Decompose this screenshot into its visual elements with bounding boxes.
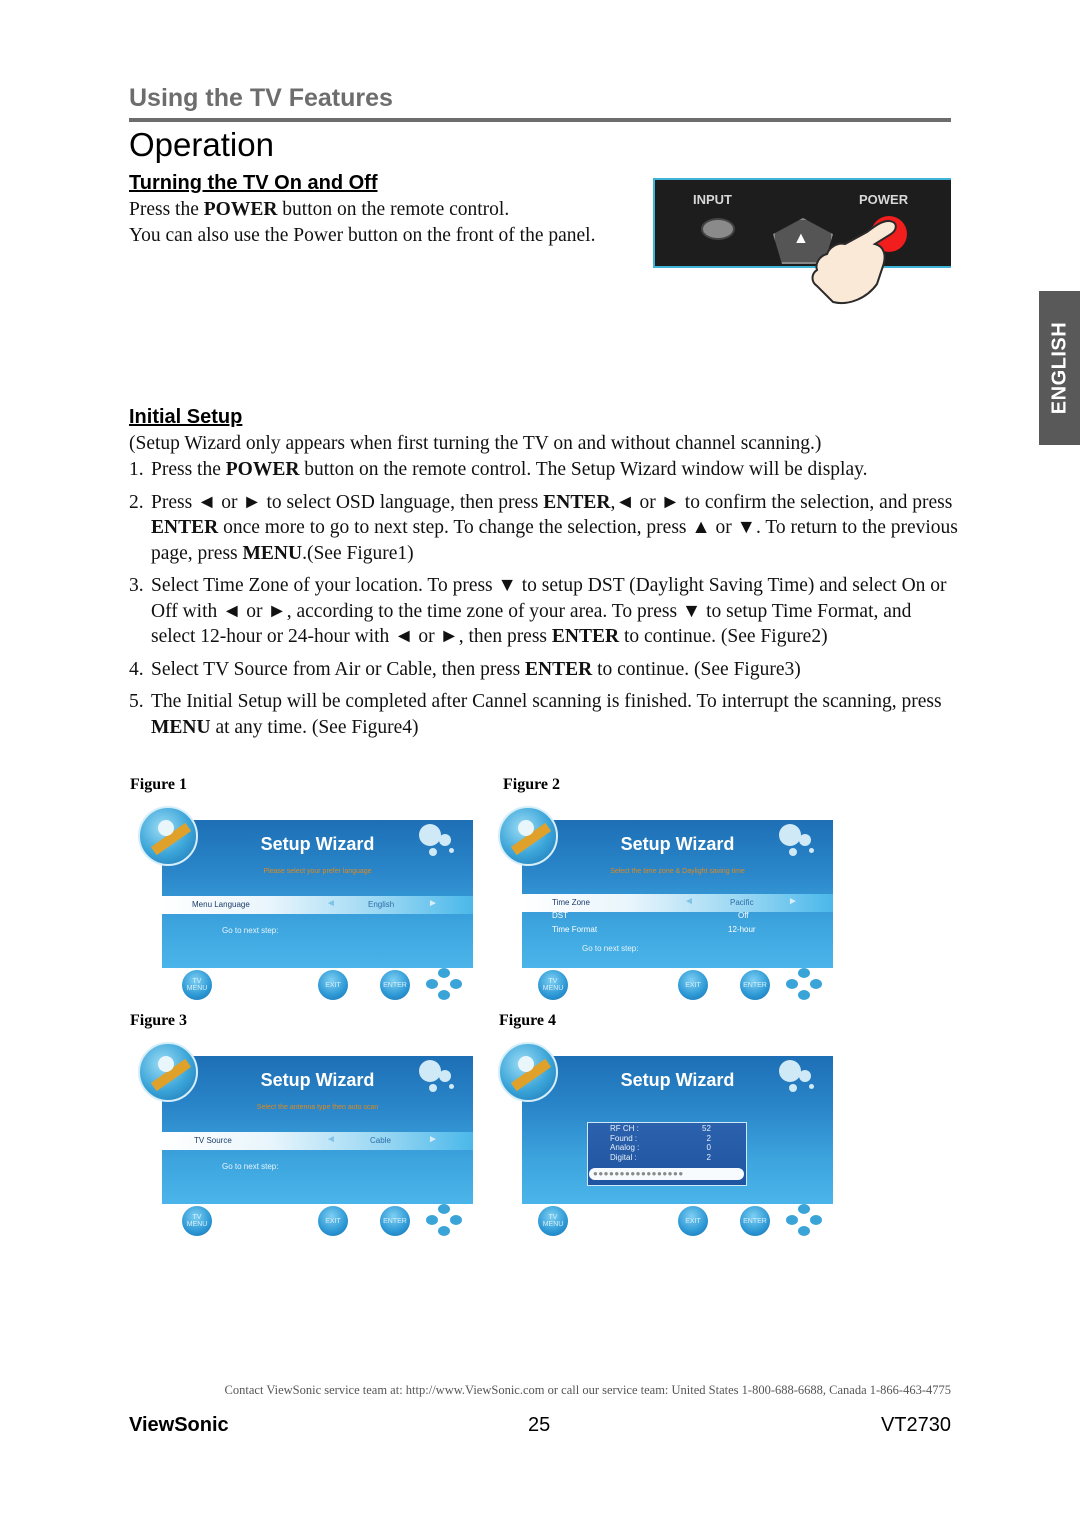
wizard-prompt: Select the antenna type then auto scan (256, 1104, 379, 1111)
step-text: Press ◄ or ► to select OSD language, the… (151, 491, 958, 564)
scan-progress-bar: ●●●●●●●●●●●●●●●●● (589, 1168, 744, 1180)
menu-language-value: English (368, 900, 395, 909)
page-title: Operation (129, 126, 274, 163)
wizard-title: Setup Wizard (620, 834, 735, 854)
footer-contact: Contact ViewSonic service team at: http:… (224, 1383, 951, 1397)
tv-menu-button-icon: TV MENU (182, 970, 212, 1000)
step-text: The Initial Setup will be completed afte… (151, 691, 942, 738)
setup-step: 4. Select TV Source from Air or Cable, th… (129, 657, 959, 683)
digital-label: Digital : (610, 1152, 637, 1162)
language-tab-label: ENGLISH (1048, 321, 1070, 415)
left-arrow-icon: ◄ (684, 896, 694, 907)
step-number: 3. (129, 575, 144, 596)
step-number: 2. (129, 491, 144, 513)
step-text: Select Time Zone of your location. To pr… (151, 575, 947, 647)
wizard-title: Setup Wizard (260, 834, 375, 854)
exit-button-icon: EXIT (678, 970, 708, 1000)
exit-button-icon: EXIT (678, 1206, 708, 1236)
tv-menu-button-icon: TV MENU (538, 970, 568, 1000)
input-button-icon (701, 218, 735, 240)
analog-label: Analog : (610, 1143, 640, 1152)
analog-value: 0 (706, 1143, 711, 1152)
right-arrow-icon: ► (788, 896, 798, 907)
exit-button-icon: EXIT (318, 970, 348, 1000)
figure-2-caption: Figure 2 (503, 776, 561, 793)
next-step-label: Go to next step: (222, 1162, 279, 1171)
rf-ch-label: RF CH : (610, 1124, 639, 1133)
footer-brand: ViewSonic (129, 1414, 229, 1436)
dpad-icon (426, 968, 462, 1000)
page-number: 25 (528, 1414, 551, 1436)
tv-menu-button-icon: TV MENU (182, 1206, 212, 1236)
step-number: 4. (129, 658, 144, 680)
time-zone-value: Pacific (730, 898, 754, 907)
found-value: 2 (706, 1133, 711, 1143)
figure-3-setup-wizard: Setup Wizard Select the antenna type the… (130, 1038, 475, 1238)
time-zone-label: Time Zone (552, 898, 590, 907)
left-arrow-icon: ◄ (326, 1134, 336, 1145)
progress-dots: ●●●●●●●●●●●●●●●●● (593, 1169, 684, 1178)
title-divider (129, 118, 951, 122)
dst-value: Off (738, 911, 749, 920)
figure-2-setup-wizard: Setup Wizard Select the time zone & Dayl… (490, 802, 835, 1002)
enter-button-icon: ENTER (740, 970, 770, 1000)
initial-setup-note: (Setup Wizard only appears when first tu… (129, 433, 822, 454)
turning-on-text: Press the POWER button on the remote con… (129, 197, 645, 248)
step-number: 1. (129, 459, 144, 480)
model-number: VT2730 (880, 1414, 951, 1436)
menu-language-label: Menu Language (192, 900, 250, 909)
initial-setup-heading: Initial Setup (129, 406, 243, 428)
dpad-icon (786, 968, 822, 1000)
wizard-title: Setup Wizard (260, 1070, 375, 1090)
left-arrow-icon: ◄ (326, 898, 336, 909)
dst-label: DST (552, 911, 568, 920)
setup-steps-list: 1. Press the POWER button on the remote c… (129, 457, 959, 747)
dpad-icon (786, 1204, 822, 1236)
setup-step: 1. Press the POWER button on the remote c… (129, 457, 959, 483)
scan-values: 52 2 0 2 (702, 1124, 711, 1162)
figure-3-caption: Figure 3 (130, 1012, 188, 1029)
figure-4-setup-wizard: Setup Wizard RF CH : Found : Analog : Di… (490, 1038, 835, 1238)
right-arrow-icon: ► (428, 1134, 438, 1145)
rf-ch-value: 52 (702, 1124, 711, 1133)
power-label: POWER (859, 192, 909, 207)
dpad-icon (426, 1204, 462, 1236)
exit-button-icon: EXIT (318, 1206, 348, 1236)
tv-menu-button-icon: TV MENU (538, 1206, 568, 1236)
wizard-title: Setup Wizard (620, 1070, 735, 1090)
turning-on-heading: Turning the TV On and Off (129, 172, 378, 194)
time-format-label: Time Format (552, 925, 598, 934)
next-step-label: Go to next step: (222, 926, 279, 935)
input-label: INPUT (693, 192, 732, 207)
enter-button-icon: ENTER (380, 970, 410, 1000)
setup-step: 3. Select Time Zone of your location. To … (129, 573, 959, 650)
enter-button-icon: ENTER (740, 1206, 770, 1236)
setup-step: 5. The Initial Setup will be completed af… (129, 689, 959, 740)
section-title: Using the TV Features (129, 84, 393, 112)
figure-1-setup-wizard: Setup Wizard Please select your prefer l… (130, 802, 475, 1002)
wizard-prompt: Select the time zone & Daylight saving t… (610, 868, 745, 875)
step-number: 5. (129, 691, 144, 712)
tv-source-value: Cable (370, 1136, 391, 1145)
found-label: Found : (610, 1133, 638, 1143)
scan-labels: RF CH : Found : Analog : Digital : (610, 1124, 639, 1162)
wizard-prompt: Please select your prefer language (263, 868, 372, 875)
step-text: Press the POWER button on the remote con… (151, 459, 868, 480)
tv-source-label: TV Source (194, 1136, 232, 1145)
next-step-label: Go to next step: (582, 944, 639, 953)
hand-pointer-icon (811, 220, 897, 304)
enter-button-icon: ENTER (380, 1206, 410, 1236)
figure-4-caption: Figure 4 (499, 1012, 557, 1029)
time-format-value: 12-hour (728, 925, 756, 934)
digital-value: 2 (706, 1152, 711, 1162)
figure-1-caption: Figure 1 (130, 776, 188, 793)
remote-control-image: INPUT POWER ▲ (653, 178, 951, 304)
step-text: Select TV Source from Air or Cable, then… (151, 658, 801, 680)
language-tab: ENGLISH (1039, 291, 1080, 445)
turning-on-line2: You can also use the Power button on the… (129, 224, 596, 246)
right-arrow-icon: ► (428, 898, 438, 909)
setup-step: 2. Press ◄ or ► to select OSD language, t… (129, 490, 959, 567)
turning-on-line1: Press the POWER button on the remote con… (129, 199, 510, 220)
